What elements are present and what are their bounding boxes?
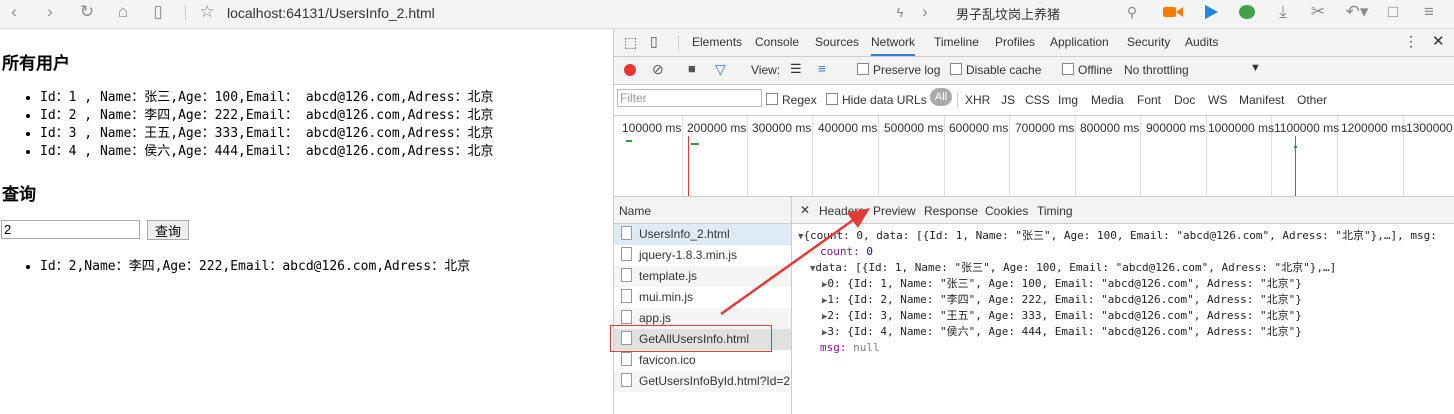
arrow-head bbox=[847, 208, 870, 228]
arrow-line bbox=[720, 216, 857, 316]
annotation-arrow bbox=[720, 208, 870, 316]
